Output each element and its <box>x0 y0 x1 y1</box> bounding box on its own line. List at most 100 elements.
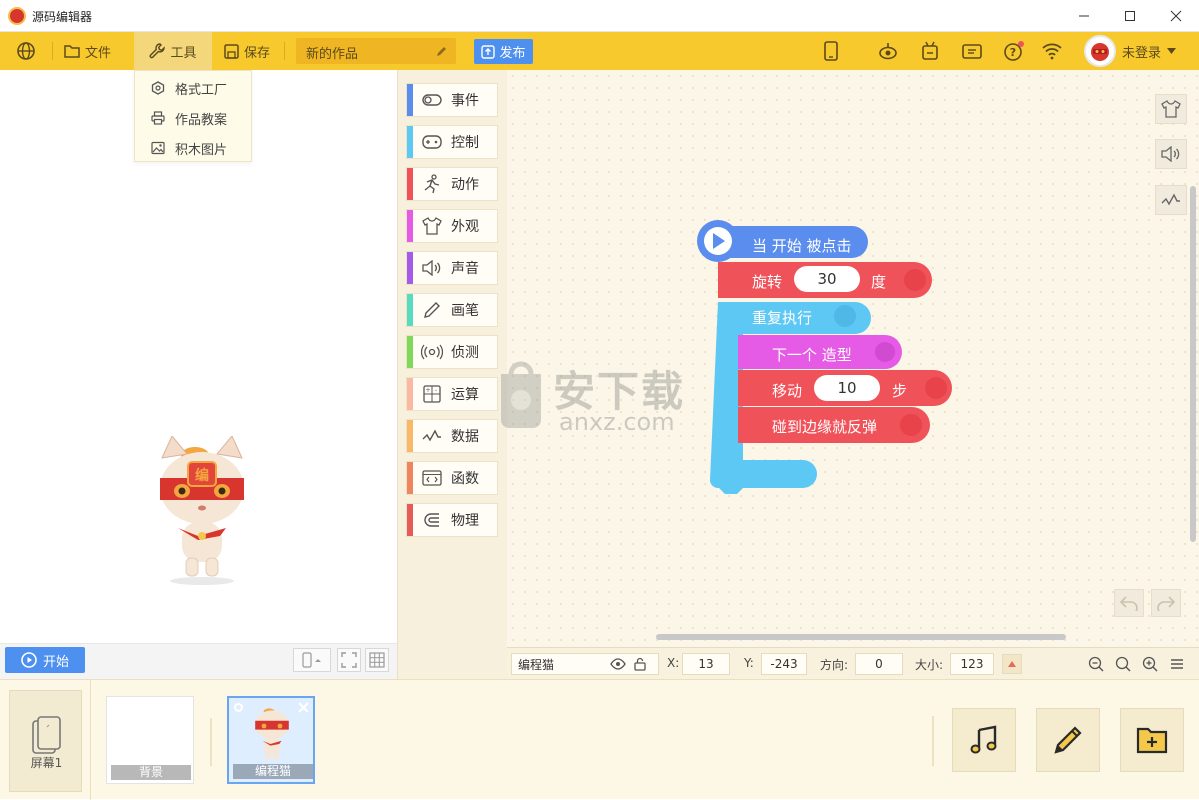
eye-icon <box>610 658 626 670</box>
category-motion[interactable]: 动作 <box>406 167 498 201</box>
file-menu-button[interactable]: 文件 <box>64 32 111 70</box>
edit-pencil-icon <box>437 47 446 56</box>
draw-sprite-button[interactable] <box>1036 708 1100 772</box>
sprite-preview <box>255 708 289 760</box>
hamburger-icon <box>1171 659 1183 669</box>
horizontal-scrollbar[interactable] <box>656 634 1066 640</box>
save-icon <box>224 43 239 59</box>
zoom-in-button[interactable] <box>1140 654 1160 674</box>
wifi-icon <box>1042 43 1062 60</box>
sound-panel-button[interactable] <box>1155 139 1187 169</box>
costume-panel-button[interactable] <box>1155 94 1187 124</box>
block-bounce-on-edge[interactable]: 碰到边缘就反弹 <box>772 416 877 437</box>
save-button[interactable]: 保存 <box>224 32 270 70</box>
y-input[interactable]: -243 <box>761 653 807 675</box>
menu-item-label: 作品教案 <box>175 112 228 128</box>
svg-text:?: ? <box>1010 46 1016 59</box>
project-name-input[interactable]: 新的作品 <box>296 38 456 64</box>
move-value-input[interactable]: 10 <box>814 375 880 401</box>
zoom-reset-button[interactable] <box>1113 654 1133 674</box>
menu-item-block-image[interactable]: 积木图片 <box>135 133 251 163</box>
user-menu[interactable]: 未登录 <box>1084 34 1177 68</box>
zoom-out-button[interactable] <box>1086 654 1106 674</box>
screen-thumbnail[interactable]: 屏幕1 <box>9 690 82 792</box>
category-operators[interactable]: + - 运算 <box>406 377 498 411</box>
category-label: 声音 <box>451 261 479 277</box>
block-repeat-forever[interactable]: 重复执行 <box>752 307 812 328</box>
printer-icon <box>151 111 165 125</box>
fullscreen-button[interactable] <box>337 648 361 672</box>
community-button[interactable] <box>961 40 983 62</box>
tools-menu-button[interactable]: 工具 <box>134 32 212 70</box>
block-rotate-label[interactable]: 旋转 <box>752 271 782 292</box>
block-move-label[interactable]: 移动 <box>772 380 802 401</box>
block-when-start-clicked[interactable]: 当 开始 被点击 <box>752 235 852 256</box>
background-thumbnail[interactable]: 背景 <box>106 696 194 784</box>
variable-panel-button[interactable] <box>1155 185 1187 215</box>
grid-toggle-button[interactable] <box>365 648 389 672</box>
format-factory-icon <box>151 81 165 95</box>
close-button[interactable] <box>1153 0 1199 32</box>
publish-button[interactable]: 发布 <box>474 39 533 64</box>
help-button[interactable]: ? <box>1003 40 1025 62</box>
block-next-costume[interactable]: 下一个 造型 <box>772 344 852 365</box>
play-icon <box>21 652 37 668</box>
wifi-button[interactable] <box>1041 40 1063 62</box>
redo-button[interactable] <box>1151 589 1181 617</box>
x-input[interactable]: 13 <box>682 653 730 675</box>
undo-button[interactable] <box>1114 589 1144 617</box>
lock-toggle[interactable] <box>630 654 650 674</box>
x-label: X: <box>667 656 680 670</box>
close-icon[interactable] <box>298 702 309 713</box>
user-label: 未登录 <box>1122 45 1162 61</box>
visibility-toggle[interactable] <box>608 654 628 674</box>
menu-item-lesson-plan[interactable]: 作品教案 <box>135 103 251 133</box>
maximize-button[interactable] <box>1107 0 1153 32</box>
robot-button[interactable] <box>877 40 899 62</box>
watermark: 安下载 anxz.com <box>493 356 693 440</box>
script-canvas[interactable]: 当 开始 被点击 旋转 30 度 重复执行 下一个 造型 移动 10 步 碰到边… <box>501 70 1199 647</box>
minimize-button[interactable] <box>1061 0 1107 32</box>
svg-text:-: - <box>435 387 437 394</box>
category-looks[interactable]: 外观 <box>406 209 498 243</box>
mobile-preview-button[interactable] <box>820 40 842 62</box>
vertical-scrollbar[interactable] <box>1190 186 1196 542</box>
sprite-cat[interactable]: 编 <box>152 436 252 586</box>
wrench-icon <box>150 43 166 59</box>
menu-button[interactable] <box>1167 654 1187 674</box>
language-button[interactable] <box>16 32 38 70</box>
block-move-unit: 步 <box>892 382 908 400</box>
menu-item-label: 积木图片 <box>175 142 228 158</box>
start-button[interactable]: 开始 <box>5 647 85 673</box>
category-control[interactable]: 控制 <box>406 125 498 159</box>
category-events[interactable]: 事件 <box>406 83 498 117</box>
ticket-icon <box>962 44 982 59</box>
rotate-value-input[interactable]: 30 <box>794 266 860 292</box>
size-label: 大小: <box>915 658 944 672</box>
magnet-icon <box>424 513 439 527</box>
screen-label: 屏幕1 <box>30 756 63 770</box>
category-sound[interactable]: 声音 <box>406 251 498 285</box>
category-label: 物理 <box>451 513 479 529</box>
category-physics[interactable]: 物理 <box>406 503 498 537</box>
category-data[interactable]: 数据 <box>406 419 498 453</box>
category-pen[interactable]: 画笔 <box>406 293 498 327</box>
shield-logo-icon <box>501 361 541 428</box>
menu-item-format-factory[interactable]: 格式工厂 <box>135 73 251 103</box>
phone-icon <box>302 652 321 668</box>
upload-asset-button[interactable] <box>1120 708 1184 772</box>
gamepad-icon <box>422 135 442 149</box>
device-mode-button[interactable] <box>293 648 331 672</box>
publish-label: 发布 <box>499 46 526 61</box>
speaker-icon <box>422 260 441 276</box>
sprite-thumbnail[interactable]: 编程猫 <box>227 696 315 784</box>
hardware-button[interactable] <box>919 40 941 62</box>
project-name-text: 新的作品 <box>306 47 359 62</box>
category-functions[interactable]: 函数 <box>406 461 498 495</box>
category-sensing[interactable]: 侦测 <box>406 335 498 369</box>
size-step-button[interactable] <box>1002 654 1022 674</box>
add-sound-button[interactable] <box>952 708 1016 772</box>
function-icon <box>422 470 442 486</box>
size-input[interactable]: 123 <box>950 653 994 675</box>
direction-input[interactable]: 0 <box>855 653 903 675</box>
